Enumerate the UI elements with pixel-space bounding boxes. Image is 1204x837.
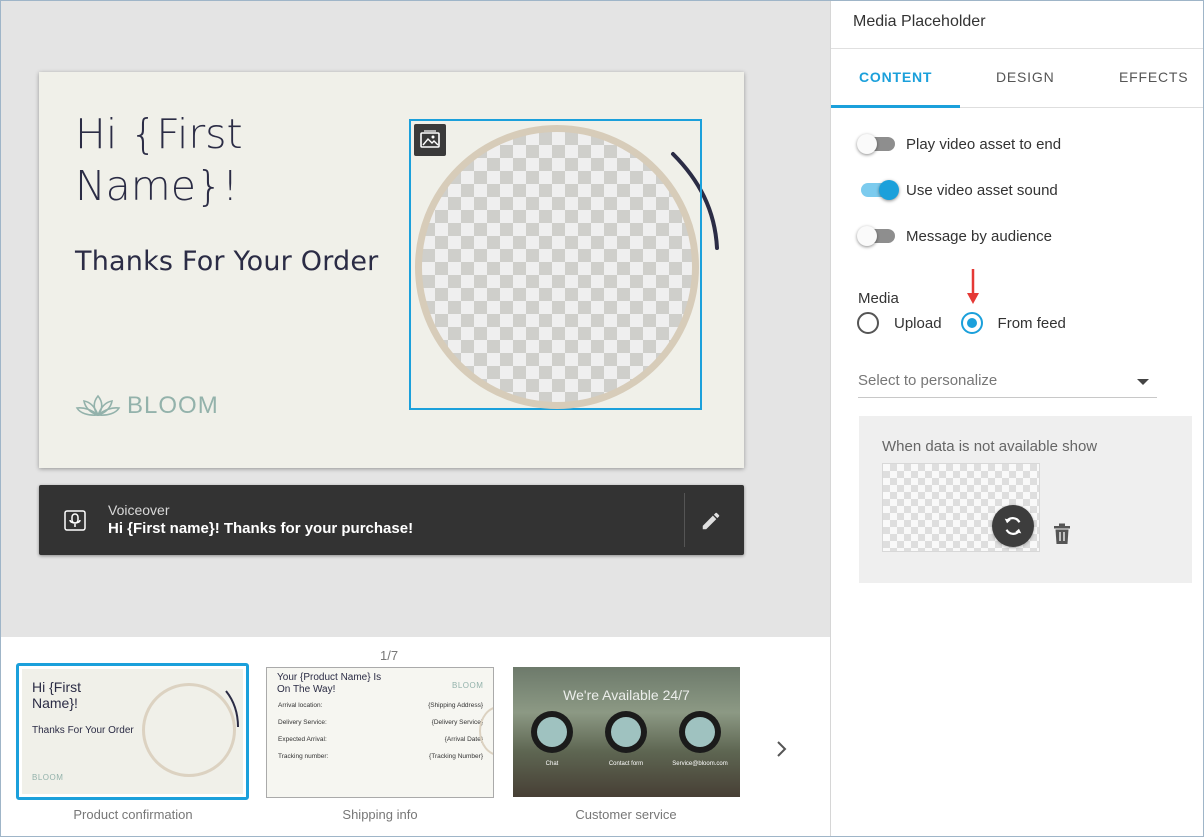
thumbnail-customer-service[interactable]: We're Available 24/7 Chat Contact form S… <box>513 667 740 797</box>
panel-title: Media Placeholder <box>853 13 986 30</box>
brand-logo: BLOOM <box>75 392 219 420</box>
media-label: Media <box>858 290 899 307</box>
thumb-circle <box>142 683 236 777</box>
thumb-title: We're Available 24/7 <box>563 687 690 703</box>
personalize-select[interactable]: Select to personalize <box>858 368 1157 398</box>
panel-tabs: CONTENT DESIGN EFFECTS <box>831 49 1204 108</box>
thumbnail-label: Product confirmation <box>73 807 193 822</box>
slide-subtitle[interactable]: Thanks For Your Order <box>75 246 378 277</box>
active-tab-indicator <box>831 105 960 108</box>
fallback-title: When data is not available show <box>882 438 1098 455</box>
thumb-brand: BLOOM <box>32 773 64 782</box>
thumbnail-product-confirmation[interactable]: Hi {First Name}! Thanks For Your Order B… <box>16 663 249 800</box>
chat-icon <box>531 711 573 753</box>
toggle-label: Use video asset sound <box>906 181 1058 199</box>
thumb-brand: BLOOM <box>452 681 484 690</box>
message-by-audience-toggle[interactable] <box>857 225 899 247</box>
from-feed-radio-label[interactable]: From feed <box>998 315 1066 332</box>
upload-radio[interactable] <box>857 312 879 334</box>
image-icon[interactable] <box>414 124 446 156</box>
microphone-icon <box>64 510 86 531</box>
toggle-label: Message by audience <box>906 227 1052 245</box>
scene-thumbnails: 1/7 Hi {First Name}! Thanks For Your Ord… <box>1 637 830 836</box>
from-feed-radio[interactable] <box>960 312 983 334</box>
upload-radio-label[interactable]: Upload <box>894 315 942 332</box>
thumb-row-value: {Delivery Service} <box>431 719 483 726</box>
thumbnail-shipping-info[interactable]: Your {Product Name} Is On The Way! BLOOM… <box>266 667 494 798</box>
thumb-row-value: {Shipping Address} <box>428 702 483 709</box>
media-placeholder-circle <box>415 125 699 409</box>
lotus-icon <box>75 394 121 417</box>
properties-panel: Media Placeholder CONTENT DESIGN EFFECTS… <box>830 1 1204 836</box>
trash-icon[interactable] <box>1052 523 1072 545</box>
thumb-row-value: {Tracking Number} <box>429 753 483 760</box>
email-icon <box>679 711 721 753</box>
thumb-title: Your {Product Name} Is On The Way! <box>277 672 382 695</box>
thumb-subtitle: Thanks For Your Order <box>32 725 134 736</box>
thumb-row-key: Delivery Service: <box>278 719 327 726</box>
page-indicator: 1/7 <box>380 648 399 663</box>
voiceover-text: Hi {First name}! Thanks for your purchas… <box>108 520 414 537</box>
caret-down-icon <box>1137 379 1149 385</box>
tab-content[interactable]: CONTENT <box>859 69 932 85</box>
select-placeholder: Select to personalize <box>858 372 998 389</box>
pencil-icon[interactable] <box>700 510 722 532</box>
canvas-area: Hi {First Name}! Thanks For Your Order B… <box>1 1 830 637</box>
toggle-label: Play video asset to end <box>906 135 1062 153</box>
tab-effects[interactable]: EFFECTS <box>1119 69 1188 85</box>
tab-design[interactable]: DESIGN <box>996 69 1054 85</box>
thumb-row-key: Tracking number: <box>278 753 329 760</box>
thumb-row-value: {Arrival Date} <box>444 736 483 743</box>
toggle-row-video-sound: Use video asset sound <box>857 179 1058 201</box>
toggle-row-play-to-end: Play video asset to end <box>857 133 1061 155</box>
annotation-arrow-icon <box>967 269 979 304</box>
toggle-row-message-by-audience: Message by audience <box>857 225 1052 247</box>
thumb-button-label: Chat <box>545 761 559 767</box>
media-placeholder[interactable] <box>409 119 702 410</box>
slide-preview[interactable]: Hi {First Name}! Thanks For Your Order B… <box>39 72 744 468</box>
replace-image-button[interactable] <box>992 505 1034 547</box>
refresh-icon <box>1004 517 1022 535</box>
slide-title[interactable]: Hi {First Name}! <box>75 108 395 212</box>
brand-name: BLOOM <box>127 392 219 419</box>
voiceover-label: Voiceover <box>108 502 170 518</box>
thumb-row-key: Arrival location: <box>278 702 323 709</box>
thumb-title: Hi {First Name}! <box>32 679 81 711</box>
thumb-arc <box>225 690 239 728</box>
contact-form-icon <box>605 711 647 753</box>
play-to-end-toggle[interactable] <box>857 133 899 155</box>
video-sound-toggle[interactable] <box>857 179 899 201</box>
fallback-section: When data is not available show <box>859 416 1192 583</box>
media-source-radio-group: Upload From feed <box>857 312 1085 334</box>
chevron-right-icon[interactable] <box>771 739 791 759</box>
voiceover-bar[interactable]: Voiceover Hi {First name}! Thanks for yo… <box>39 485 744 555</box>
thumb-button-label: Service@bloom.com <box>672 761 728 767</box>
thumb-row-key: Expected Arrival: <box>278 736 327 743</box>
thumb-button-label: Contact form <box>608 761 644 767</box>
divider <box>684 493 685 547</box>
thumbnail-label: Customer service <box>575 807 677 822</box>
thumbnail-label: Shipping info <box>342 807 418 822</box>
